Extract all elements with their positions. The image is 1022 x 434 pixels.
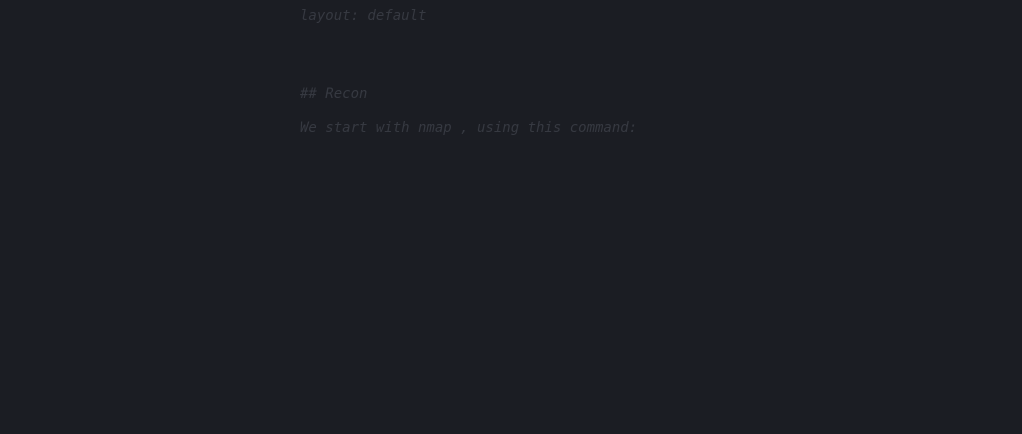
terminal-window[interactable]: layout: default ## Recon We start with n…	[0, 0, 1022, 434]
background-editor-ghost: layout: default ## Recon We start with n…	[300, 8, 638, 136]
